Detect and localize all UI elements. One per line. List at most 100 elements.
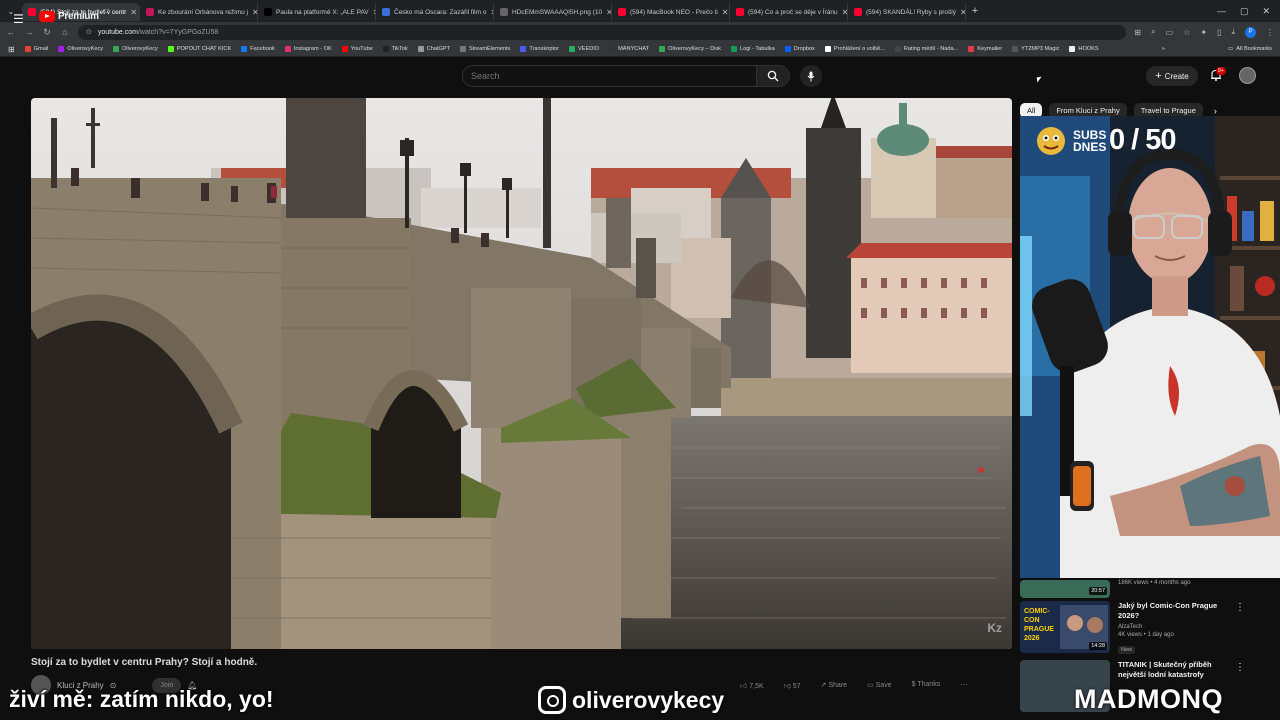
thanks-button[interactable]: $ Thanks [912,681,941,690]
cast-icon[interactable]: ▭ [1166,28,1174,37]
tab-label: Česko má Oscara: Zazářil film o [394,8,487,16]
forward-icon[interactable]: → [24,27,34,37]
bookmark-item[interactable]: Prohlášení o volbě... [824,46,885,52]
bookmark-label: Rating médií - Nada... [903,46,959,52]
window-controls: — ▢ ✕ [1217,6,1280,17]
bookmark-item[interactable]: Rating médií - Nada... [894,46,959,52]
bookmark-item[interactable]: HOOKS [1069,46,1099,52]
tab-close-icon[interactable]: ✕ [130,8,137,17]
all-bookmarks-folder[interactable]: ▭ All Bookmarks [1228,46,1272,52]
translate-icon[interactable]: ⊞ [1134,28,1141,37]
reload-icon[interactable]: ↻ [42,27,52,38]
like-count: 7,5K [749,683,764,690]
dislike-button[interactable]: 👎︎ 57 [784,681,801,690]
browser-tab[interactable]: (594) Co a proč se děje v Íránu ✕ [730,3,848,21]
bookmark-label: MANYCHAT [618,46,650,52]
bookmark-item[interactable]: OliverovyKecy [113,46,158,52]
bookmark-item[interactable]: Dropbox [784,46,815,52]
bookmark-label: TikTok [391,46,408,52]
minimize-icon[interactable]: — [1217,6,1226,17]
browser-tab[interactable]: (594) SKANDÁL! Ryby s prošlý ✕ [848,3,966,21]
extensions-icon[interactable]: ✦ [1200,28,1207,37]
tab-close-icon[interactable]: ✕ [722,8,729,17]
bookmark-item[interactable]: Logi - Tabulka [730,46,775,52]
extensions-area: ⊞ ⌕ ▭ ☆ ✦ ▯ ⤓ P ⋮ [1134,26,1274,38]
url-field[interactable]: ⊙ youtube.com/watch?v=7YyGPGoZU58 [78,24,1127,40]
more-bookmarks-icon[interactable]: » [1162,46,1165,52]
bookmark-item[interactable]: Keymailer [968,46,1002,52]
bookmark-item[interactable]: OliverovyKecy – Disk [659,46,721,52]
bookmark-item[interactable]: YouTube [341,46,373,52]
address-bar-row: ← → ↻ ⌂ ⊙ youtube.com/watch?v=7YyGPGoZU5… [0,22,1280,42]
bookmark-item[interactable]: Instagram - OK [284,46,332,52]
bookmark-item[interactable]: StreamElements [460,46,510,52]
account-avatar[interactable] [1239,67,1256,84]
overlay-instagram: oliverovykecy [538,686,724,714]
browser-tab[interactable]: Česko má Oscara: Zazářil film o✕ [376,3,494,21]
profile-avatar[interactable]: P [1245,26,1256,38]
bookmark-item[interactable]: MANYCHAT [609,46,649,52]
sidebar-icon[interactable]: ▯ [1217,28,1221,37]
related-menu-icon[interactable]: ⋮ [1235,602,1245,613]
close-window-icon[interactable]: ✕ [1262,6,1270,17]
new-tab-button[interactable]: + [966,5,984,17]
menu-icon[interactable]: ☰ [13,12,24,26]
bookmark-item[interactable]: YT2MP3 Magic [1012,46,1059,52]
home-icon[interactable]: ⌂ [60,27,70,37]
bookmark-star-icon[interactable]: ☆ [1183,28,1190,37]
related-menu-icon[interactable]: ⋮ [1235,662,1245,673]
video-title: Stojí za to bydlet v centru Prahy? Stojí… [31,657,258,668]
bookmark-favicon-icon [241,46,248,52]
browser-tab[interactable]: HDcEMmSWAAAQI5H.png (10✕ [494,3,612,21]
site-info-icon[interactable]: ⊙ [86,28,92,36]
download-icon[interactable]: ⤓ [1231,27,1235,37]
bookmark-favicon-icon [1012,46,1019,52]
browser-tab[interactable]: Paula na platformě X: „ALE PAV✕ [258,3,376,21]
create-button[interactable]: + Create [1146,66,1198,86]
bookmark-item[interactable]: ChatGPT [417,46,450,52]
chevron-right-icon[interactable]: › [1214,106,1217,116]
browser-tab[interactable]: Ke zbourání Orbánova režimu j✕ [140,3,258,21]
bookmark-item[interactable]: Transkriptor [520,46,559,52]
bookmark-item[interactable]: Facebook [241,46,275,52]
bookmark-item[interactable]: Gmail [24,46,49,52]
bookmark-label: Gmail [33,46,49,52]
duration-badge: 14:28 [1089,642,1107,650]
tab-label: (594) Co a proč se děje v Íránu [748,8,838,16]
voice-search-button[interactable] [800,65,822,87]
video-player[interactable]: Kz [31,98,1012,649]
tab-favicon-icon [500,8,508,16]
tab-favicon-icon [618,8,626,16]
related-video-2[interactable]: COMIC-CON PRAGUE 2026 14:28 Jaký byl Com… [1020,601,1228,656]
bookmarks-bar: ⊞ Gmail OliverovyKecy OliverovyKecy POPOUT … [0,42,1280,57]
youtube-premium-logo[interactable]: Premium CZ [39,9,109,22]
tab-favicon-icon [264,8,272,16]
more-actions-icon[interactable]: ⋯ [960,681,967,690]
search-input[interactable] [462,65,757,87]
zoom-icon[interactable]: ⌕ [1151,27,1155,37]
save-button[interactable]: ▭ Save [867,681,892,690]
search-button[interactable] [756,65,790,87]
bookmark-item[interactable]: POPOUT CHAT KICK [167,46,232,52]
bookmark-favicon-icon [167,46,174,52]
subs-goal-overlay: SUBS DNES 0 / 50 [1035,124,1177,157]
bookmark-label: POPOUT CHAT KICK [176,46,232,52]
browser-tab[interactable]: (594) MacBook NEO - Prečo ti ✕ [612,3,730,21]
bookmark-item[interactable]: OliverovyKecy [58,46,103,52]
bookmark-item[interactable]: VEEDIO [569,46,599,52]
maximize-icon[interactable]: ▢ [1240,6,1249,17]
bookmark-favicon-icon [784,46,791,52]
dislike-count: 57 [792,683,801,690]
related-video-1[interactable]: 20:57 186K views • 4 months ago [1020,580,1228,598]
bookmark-label: Instagram - OK [293,46,332,52]
back-icon[interactable]: ← [6,27,16,37]
bookmark-item[interactable]: TikTok [382,46,408,52]
bookmark-label: OliverovyKecy [67,46,104,52]
notification-badge: 9+ [1216,67,1226,75]
apps-icon[interactable]: ⊞ [8,45,15,54]
share-button[interactable]: ↗ Share [821,681,848,690]
browser-menu-icon[interactable]: ⋮ [1266,28,1274,37]
bookmark-favicon-icon [460,46,466,52]
related-thumbnail: 20:57 [1020,580,1110,598]
like-button[interactable]: 👍︎ 7,5K [740,681,764,690]
